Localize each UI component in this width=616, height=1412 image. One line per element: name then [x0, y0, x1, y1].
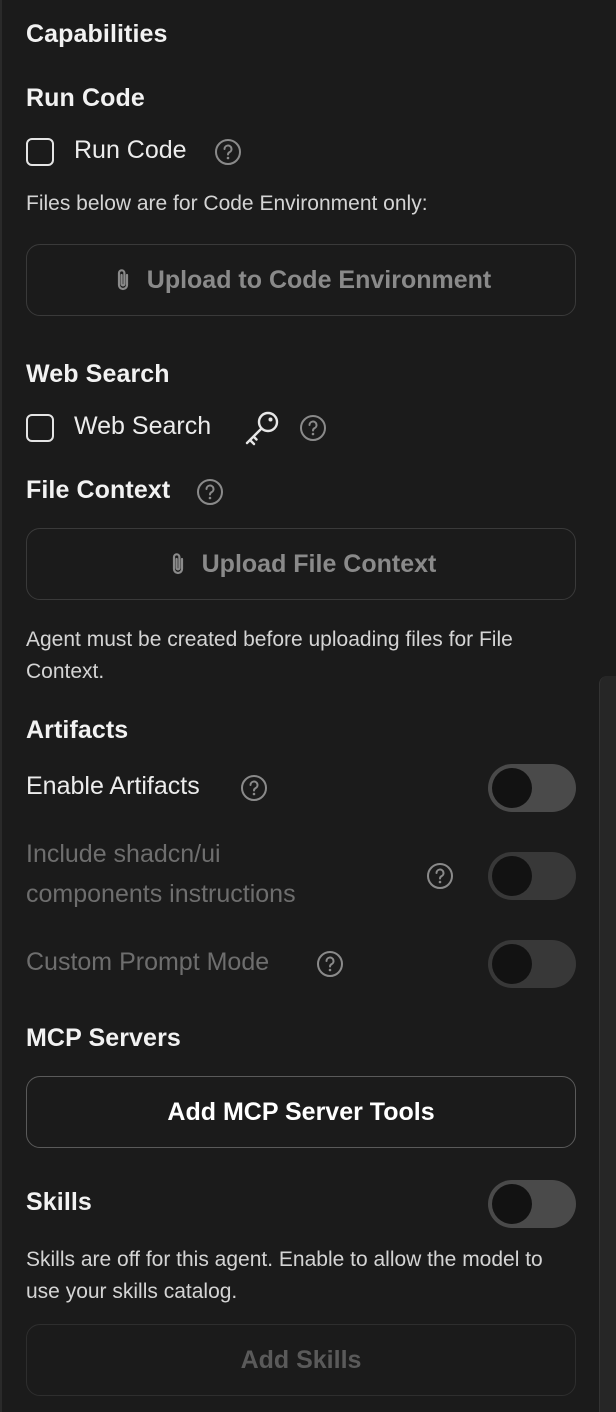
- enable-artifacts-toggle[interactable]: [488, 764, 576, 812]
- question-circle-icon[interactable]: [196, 478, 224, 506]
- shadcn-toggle[interactable]: [488, 852, 576, 900]
- upload-code-environment-label: Upload to Code Environment: [146, 265, 492, 294]
- question-circle-icon[interactable]: [426, 862, 454, 890]
- paperclip-icon: [111, 266, 135, 294]
- toggle-knob: [492, 944, 532, 984]
- panel-left-border: [0, 0, 2, 1412]
- web-search-checkbox[interactable]: [26, 414, 54, 442]
- run-code-label[interactable]: Run Code: [74, 136, 187, 165]
- custom-prompt-mode-toggle[interactable]: [488, 940, 576, 988]
- toggle-knob: [492, 856, 532, 896]
- capabilities-title: Capabilities: [26, 20, 168, 48]
- mcp-servers-heading: MCP Servers: [26, 1024, 181, 1052]
- enable-artifacts-label: Enable Artifacts: [26, 772, 200, 800]
- toggle-knob: [492, 768, 532, 808]
- run-code-heading: Run Code: [26, 84, 145, 112]
- custom-prompt-mode-label: Custom Prompt Mode: [26, 948, 270, 976]
- scrollbar[interactable]: [599, 676, 616, 1412]
- key-icon[interactable]: [242, 408, 282, 448]
- paperclip-icon: [166, 550, 190, 578]
- question-circle-icon[interactable]: [214, 138, 242, 166]
- add-mcp-server-tools-button[interactable]: Add MCP Server Tools: [26, 1076, 576, 1148]
- question-circle-icon[interactable]: [240, 774, 268, 802]
- file-context-note: Agent must be created before uploading f…: [26, 628, 513, 683]
- file-context-heading: File Context: [26, 476, 171, 504]
- web-search-label[interactable]: Web Search: [74, 412, 211, 441]
- add-mcp-server-tools-label: Add MCP Server Tools: [167, 1097, 435, 1126]
- skills-toggle[interactable]: [488, 1180, 576, 1228]
- run-code-note: Files below are for Code Environment onl…: [26, 192, 428, 215]
- add-skills-button[interactable]: Add Skills: [26, 1324, 576, 1396]
- artifacts-heading: Artifacts: [26, 716, 129, 744]
- toggle-knob: [492, 1184, 532, 1224]
- upload-file-context-label: Upload File Context: [201, 549, 437, 578]
- skills-heading: Skills: [26, 1188, 92, 1216]
- question-circle-icon[interactable]: [316, 950, 344, 978]
- web-search-heading: Web Search: [26, 360, 170, 388]
- skills-note: Skills are off for this agent. Enable to…: [26, 1248, 543, 1303]
- shadcn-label-line1: Include shadcn/ui: [26, 840, 221, 868]
- run-code-checkbox[interactable]: [26, 138, 54, 166]
- shadcn-label-line2: components instructions: [26, 880, 296, 908]
- question-circle-icon[interactable]: [299, 414, 327, 442]
- add-skills-label: Add Skills: [240, 1345, 362, 1374]
- upload-code-environment-button[interactable]: Upload to Code Environment: [26, 244, 576, 316]
- upload-file-context-button[interactable]: Upload File Context: [26, 528, 576, 600]
